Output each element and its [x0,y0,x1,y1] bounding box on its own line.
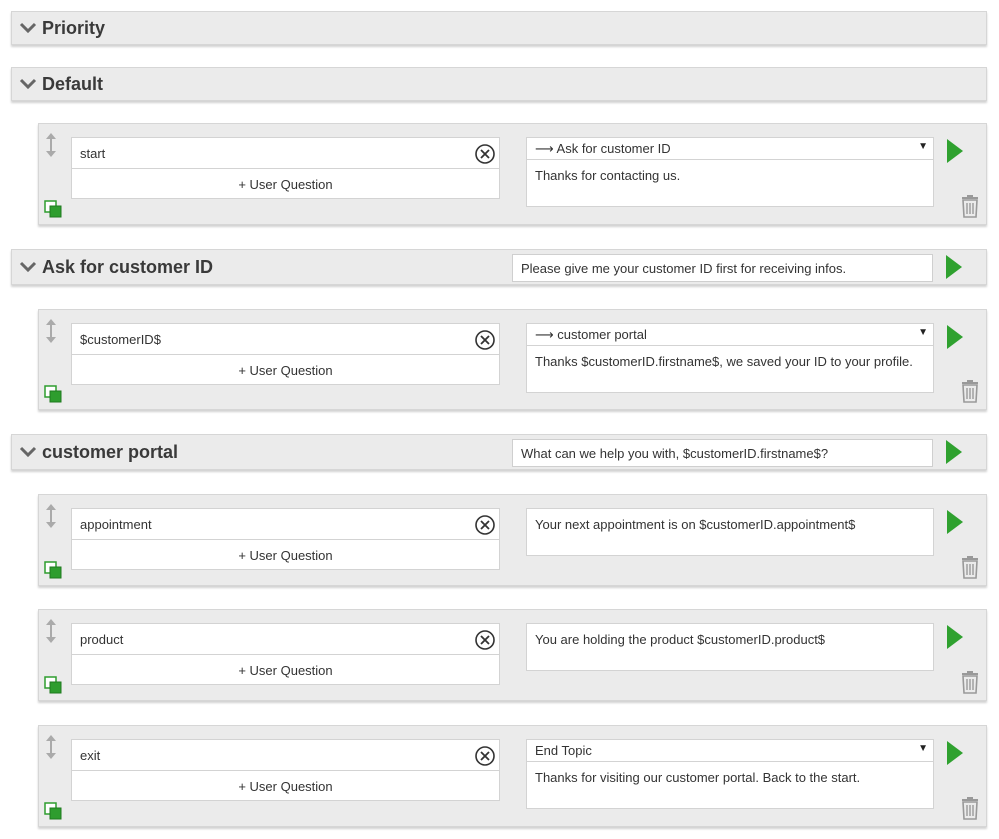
up-down-arrows-icon[interactable] [45,734,57,760]
section-prompt-input[interactable]: Please give me your customer ID first fo… [512,254,933,282]
copy-icon[interactable] [44,802,62,820]
dialog-card-appointment: appointment + User Question Your next ap… [38,494,987,586]
answer-text[interactable]: Your next appointment is on $customerID.… [527,509,933,540]
question-input[interactable]: start [72,138,499,169]
trash-icon[interactable] [960,555,980,579]
copy-icon[interactable] [44,676,62,694]
trash-icon[interactable] [960,670,980,694]
trash-icon[interactable] [960,379,980,403]
user-question-box: product + User Question [71,623,500,685]
chevron-down-icon[interactable] [14,435,42,469]
answer-box: Your next appointment is on $customerID.… [526,508,934,556]
close-circle-icon[interactable] [474,745,496,767]
copy-icon[interactable] [44,561,62,579]
play-icon[interactable] [945,439,963,465]
question-input[interactable]: $customerID$ [72,324,499,355]
close-circle-icon[interactable] [474,329,496,351]
dialog-card-exit: exit + User Question End Topic ▼ Thanks f… [38,725,987,827]
up-down-arrows-icon[interactable] [45,132,57,158]
user-question-box: $customerID$ + User Question [71,323,500,385]
trash-icon[interactable] [960,796,980,820]
play-icon[interactable] [945,254,963,280]
target-select[interactable]: End Topic ▼ [527,740,933,762]
dropdown-caret-icon: ▼ [918,141,928,152]
section-title: Default [42,73,104,94]
user-question-box: exit + User Question [71,739,500,801]
play-icon[interactable] [946,324,964,350]
section-header-ask-customer-id[interactable]: Ask for customer ID Please give me your … [11,249,987,285]
answer-box: ⟶ Ask for customer ID ▼ Thanks for contac… [526,137,934,207]
user-question-box: appointment + User Question [71,508,500,570]
section-header-default[interactable]: Default [11,67,987,101]
answer-box: End Topic ▼ Thanks for visiting our custo… [526,739,934,809]
section-prompt-input[interactable]: What can we help you with, $customerID.f… [512,439,933,467]
target-select-value: End Topic [535,743,592,758]
target-select-value: ⟶ Ask for customer ID [535,141,671,156]
chevron-down-icon[interactable] [14,250,42,284]
section-title: customer portal [42,441,179,462]
add-user-question-button[interactable]: + User Question [72,540,499,571]
trash-icon[interactable] [960,194,980,218]
dropdown-caret-icon: ▼ [918,327,928,338]
dialog-card-customerid: $customerID$ + User Question ⟶ customer … [38,309,987,410]
section-header-priority[interactable]: Priority [11,11,987,45]
add-user-question-button[interactable]: + User Question [72,655,499,686]
target-select-value: ⟶ customer portal [535,327,647,342]
user-question-box: start + User Question [71,137,500,199]
question-input[interactable]: exit [72,740,499,771]
section-header-customer-portal[interactable]: customer portal What can we help you wit… [11,434,987,470]
up-down-arrows-icon[interactable] [45,503,57,529]
dialog-card-start: start + User Question ⟶ Ask for customer… [38,123,987,225]
dropdown-caret-icon: ▼ [918,743,928,754]
up-down-arrows-icon[interactable] [45,318,57,344]
question-input[interactable]: appointment [72,509,499,540]
target-select[interactable]: ⟶ customer portal ▼ [527,324,933,346]
answer-text[interactable]: Thanks $customerID.firstname$, we saved … [527,346,933,377]
chevron-down-icon[interactable] [14,11,42,45]
add-user-question-button[interactable]: + User Question [72,771,499,802]
question-input[interactable]: product [72,624,499,655]
up-down-arrows-icon[interactable] [45,618,57,644]
target-select[interactable]: ⟶ Ask for customer ID ▼ [527,138,933,160]
answer-box: ⟶ customer portal ▼ Thanks $customerID.fi… [526,323,934,393]
answer-text[interactable]: Thanks for visiting our customer portal.… [527,762,933,793]
play-icon[interactable] [946,509,964,535]
answer-text[interactable]: You are holding the product $customerID.… [527,624,933,655]
add-user-question-button[interactable]: + User Question [72,169,499,200]
close-circle-icon[interactable] [474,514,496,536]
copy-icon[interactable] [44,385,62,403]
close-circle-icon[interactable] [474,629,496,651]
play-icon[interactable] [946,624,964,650]
answer-text[interactable]: Thanks for contacting us. [527,160,933,191]
answer-box: You are holding the product $customerID.… [526,623,934,671]
add-user-question-button[interactable]: + User Question [72,355,499,386]
play-icon[interactable] [946,740,964,766]
section-title: Priority [42,17,106,38]
section-title: Ask for customer ID [42,256,214,277]
dialog-card-product: product + User Question You are holding … [38,609,987,701]
chevron-down-icon[interactable] [14,67,42,101]
play-icon[interactable] [946,138,964,164]
copy-icon[interactable] [44,200,62,218]
close-circle-icon[interactable] [474,143,496,165]
